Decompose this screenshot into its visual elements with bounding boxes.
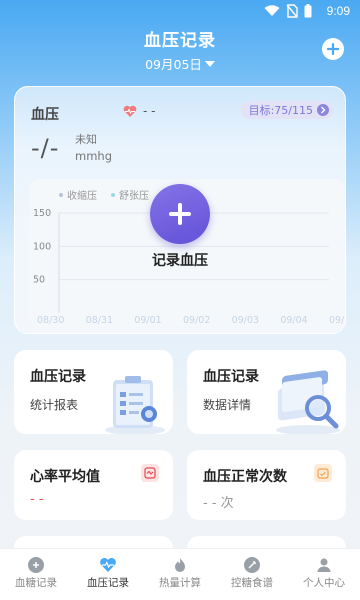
normal-bp-count-tile[interactable]: 血压正常次数 - - 次 <box>187 450 346 520</box>
normal-count-value: - - 次 <box>203 496 234 511</box>
tab-label: 控糖食谱 <box>231 577 273 589</box>
bp-value: -/- <box>31 134 60 162</box>
plus-icon <box>169 203 191 225</box>
x-tick-label: 09/04 <box>280 315 307 326</box>
x-tick-label: 09/01 <box>134 315 161 326</box>
status-time: 9:09 <box>326 4 350 18</box>
heart-chart-icon <box>141 464 159 482</box>
no-sim-icon <box>286 4 298 18</box>
tab-label: 血压记录 <box>87 577 129 589</box>
caret-down-icon <box>204 60 215 67</box>
avg-heart-rate-tile[interactable]: 心率平均值 - - <box>14 450 173 520</box>
tab-label: 个人中心 <box>303 577 345 589</box>
add-record-button[interactable] <box>322 38 344 60</box>
tile-subtitle: 统计报表 <box>30 398 79 412</box>
tab-calorie-calc[interactable]: 热量计算 <box>144 549 216 600</box>
bp-unit: mmhg <box>75 149 112 163</box>
y-tick-label: 50 <box>33 275 45 286</box>
tab-sugar-recipes[interactable]: 控糖食谱 <box>216 549 288 600</box>
magnifier-chart-illustration-icon <box>276 370 340 434</box>
x-tick-label: 08/31 <box>86 315 113 326</box>
data-details-tile[interactable]: 血压记录 数据详情 <box>187 350 346 434</box>
calendar-check-icon <box>314 464 332 482</box>
person-icon <box>317 558 331 572</box>
goal-badge[interactable]: 目标:75/115 <box>240 101 333 119</box>
tab-bp-record[interactable]: 血压记录 <box>72 549 144 600</box>
tab-profile[interactable]: 个人中心 <box>288 549 360 600</box>
date-selector[interactable]: 09月05日 <box>145 54 215 73</box>
tab-glucose-record[interactable]: 血糖记录 <box>0 549 72 600</box>
heart-rate-icon <box>123 105 137 117</box>
heart-rate-indicator: - - <box>123 104 155 118</box>
record-bp-label[interactable]: 记录血压 <box>0 250 360 270</box>
tile-title: 心率平均值 <box>30 469 100 485</box>
x-tick-label: 09/05 <box>329 315 345 326</box>
summary-label: 血压 <box>31 107 59 123</box>
avg-heart-rate-value: - - <box>30 492 44 507</box>
tile-subtitle: 数据详情 <box>203 398 252 412</box>
battery-icon <box>304 4 312 18</box>
glucose-icon <box>28 557 44 573</box>
record-bp-button[interactable] <box>150 184 210 244</box>
plus-icon <box>327 43 339 55</box>
page-title: 血压记录 <box>144 31 216 51</box>
tab-label: 热量计算 <box>159 577 201 589</box>
tile-title: 血压记录 <box>30 369 86 385</box>
chevron-right-icon <box>317 104 329 116</box>
bp-status: 未知 <box>75 133 97 146</box>
tile-title: 血压正常次数 <box>203 469 287 485</box>
heart-pulse-icon <box>100 558 116 572</box>
x-tick-label: 08/30 <box>37 315 64 326</box>
bottom-tab-bar: 血糖记录 血压记录 热量计算 控糖食谱 个人中心 <box>0 548 360 600</box>
heart-rate-value: - - <box>143 104 156 118</box>
stats-report-tile[interactable]: 血压记录 统计报表 <box>14 350 173 434</box>
date-label: 09月05日 <box>145 57 202 72</box>
flame-icon <box>175 558 185 572</box>
page-header: 血压记录 09月05日 <box>0 26 360 73</box>
tab-label: 血糖记录 <box>15 577 57 589</box>
status-icons <box>264 4 312 18</box>
x-tick-label: 09/02 <box>183 315 210 326</box>
goal-text: 目标:75/115 <box>248 104 313 117</box>
y-tick-label: 150 <box>33 208 51 219</box>
status-bar: 9:09 <box>0 0 360 24</box>
x-tick-label: 09/03 <box>232 315 259 326</box>
tile-title: 血压记录 <box>203 369 259 385</box>
utensils-icon <box>244 557 260 573</box>
clipboard-illustration-icon <box>105 376 165 434</box>
wifi-icon <box>264 5 280 16</box>
